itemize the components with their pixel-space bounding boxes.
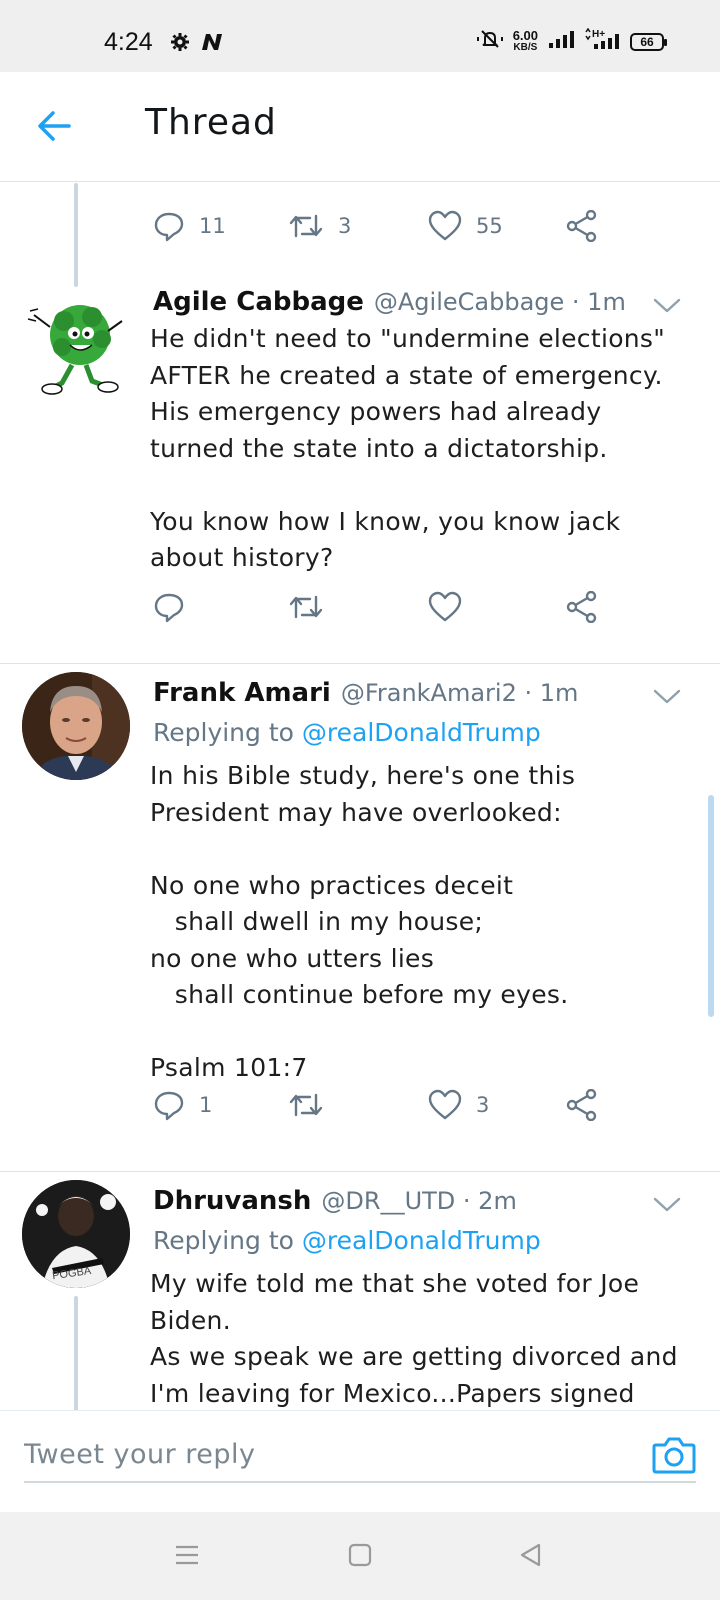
thread-line (74, 1296, 78, 1410)
replying-prefix: Replying to (153, 1226, 294, 1255)
system-nav-bar (0, 1512, 720, 1600)
heart-icon[interactable] (428, 591, 462, 623)
tweet-text: My wife told me that she voted for Joe B… (150, 1269, 678, 1408)
replying-prefix: Replying to (153, 718, 294, 747)
tweet[interactable]: Agile Cabbage @AgileCabbage · 1m He didn… (0, 273, 720, 651)
reply-count: 1 (199, 1093, 213, 1117)
retweet-button[interactable] (288, 1089, 338, 1121)
share-icon[interactable] (565, 210, 599, 242)
reply-button[interactable]: 1 (153, 1089, 212, 1121)
home-icon[interactable] (347, 1542, 373, 1572)
scrollbar[interactable] (708, 795, 714, 1017)
reply-icon[interactable] (153, 591, 185, 623)
back-button[interactable] (30, 104, 78, 152)
svg-text:H+: H+ (592, 29, 605, 40)
chevron-down-icon[interactable] (652, 297, 682, 319)
heart-icon[interactable] (428, 210, 462, 242)
reply-count: 11 (199, 214, 226, 238)
display-name[interactable]: Dhruvansh (153, 1186, 311, 1216)
tweet-actions (153, 591, 623, 631)
gear-icon (170, 32, 190, 56)
page-title: Thread (145, 102, 277, 143)
menu-icon[interactable] (174, 1542, 200, 1572)
chevron-down-icon[interactable] (652, 1196, 682, 1218)
n-icon (200, 32, 224, 56)
arrow-left-icon[interactable] (36, 110, 72, 146)
thread-line (74, 183, 78, 287)
tweet-text: He didn't need to "undermine elections" … (150, 324, 666, 572)
clipped-tweet-text (153, 183, 453, 185)
share-icon[interactable] (565, 1089, 599, 1121)
signal-icon (548, 29, 574, 54)
reply-input[interactable] (24, 1427, 696, 1483)
handle-time: @FrankAmari2 · 1m (340, 679, 579, 707)
back-triangle-icon[interactable] (518, 1542, 544, 1572)
h-plus-icon: H+ (584, 27, 620, 55)
like-count: 55 (476, 214, 503, 238)
display-name[interactable]: Agile Cabbage (153, 287, 364, 317)
camera-icon[interactable] (652, 1435, 696, 1475)
thread-list[interactable]: 11 3 55 Agile Cabbage @AgileCabbage · 1m… (0, 183, 720, 1410)
mute-icon (476, 29, 503, 54)
tweet-actions: 1 3 (153, 1089, 623, 1129)
tweet-text: In his Bible study, here's one this Pres… (150, 761, 576, 1082)
like-button[interactable] (428, 591, 476, 623)
heart-icon[interactable] (428, 1089, 462, 1121)
share-button[interactable] (565, 1089, 599, 1121)
retweet-icon[interactable] (288, 1089, 324, 1121)
handle-time: @DR__UTD · 2m (321, 1187, 517, 1215)
avatar[interactable]: POGBA (22, 1180, 130, 1288)
status-time: 4:24 (104, 28, 153, 56)
share-icon[interactable] (565, 591, 599, 623)
status-bar: 4:24 6.00 KB/S H+ 66 (0, 0, 720, 72)
reply-icon[interactable] (153, 1089, 185, 1121)
reply-button[interactable]: 11 (153, 210, 226, 242)
replying-to: Replying to @realDonaldTrump (153, 1226, 541, 1255)
share-button[interactable] (565, 210, 599, 242)
mention-link[interactable]: @realDonaldTrump (302, 718, 541, 747)
retweet-button[interactable] (288, 591, 338, 623)
tweet-header: Frank Amari @FrankAmari2 · 1m (153, 678, 578, 708)
retweet-icon[interactable] (288, 210, 324, 242)
replying-to: Replying to @realDonaldTrump (153, 718, 541, 747)
like-button[interactable]: 55 (428, 210, 503, 242)
like-button[interactable]: 3 (428, 1089, 489, 1121)
retweet-button[interactable]: 3 (288, 210, 351, 242)
like-count: 3 (476, 1093, 490, 1117)
retweet-count: 3 (338, 214, 352, 238)
reply-button[interactable] (153, 591, 199, 623)
reply-bar (0, 1410, 720, 1512)
retweet-icon[interactable] (288, 591, 324, 623)
mention-link[interactable]: @realDonaldTrump (302, 1226, 541, 1255)
tweet-header: Agile Cabbage @AgileCabbage · 1m (153, 287, 626, 317)
reply-icon[interactable] (153, 210, 185, 242)
avatar[interactable] (22, 291, 130, 399)
chevron-down-icon[interactable] (652, 688, 682, 710)
battery-icon: 66 (630, 32, 667, 51)
avatar[interactable] (22, 672, 130, 780)
tweet[interactable]: Frank Amari @FrankAmari2 · 1m Replying t… (0, 664, 720, 1161)
handle-time: @AgileCabbage · 1m (373, 288, 626, 316)
tweet-actions: 11 3 55 (153, 210, 623, 250)
display-name[interactable]: Frank Amari (153, 678, 331, 708)
tweet[interactable]: POGBA Dhruvansh @DR__UTD · 2m Replying t… (0, 1172, 720, 1410)
app-header: Thread (0, 72, 720, 182)
net-speed: 6.00 KB/S (512, 27, 538, 53)
share-button[interactable] (565, 591, 599, 623)
tweet-header: Dhruvansh @DR__UTD · 2m (153, 1186, 517, 1216)
